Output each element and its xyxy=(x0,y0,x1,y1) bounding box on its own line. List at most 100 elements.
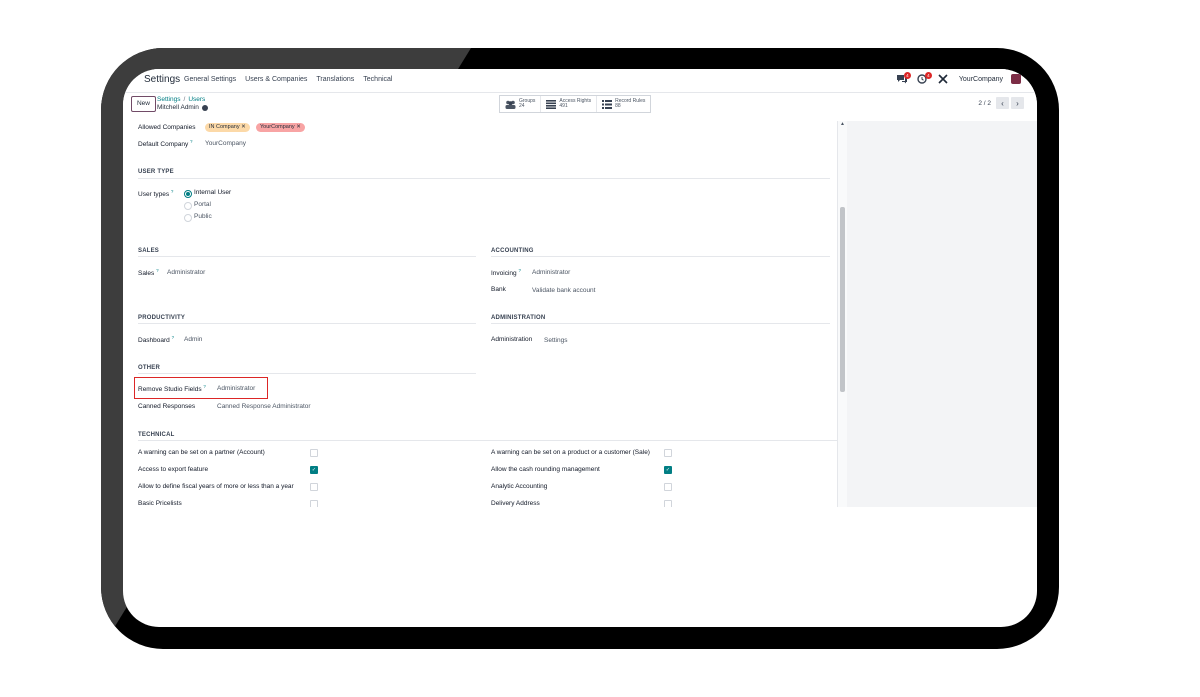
scroll-up-icon[interactable]: ▲ xyxy=(840,121,845,127)
scrollbar-thumb[interactable] xyxy=(840,207,845,392)
navbar-systray: 4 4 YourCompany xyxy=(896,72,1021,84)
access-rights-count: 491 xyxy=(559,103,568,109)
technical-option-label: Access to export feature xyxy=(138,466,209,473)
list-icon xyxy=(602,99,613,109)
sales-label: Sales ? xyxy=(138,268,159,278)
tag-label: YourCompany xyxy=(260,124,295,130)
top-navbar: Settings General Settings Users & Compan… xyxy=(123,69,1037,93)
radio-internal-user[interactable] xyxy=(184,190,192,198)
gear-icon[interactable] xyxy=(201,104,208,111)
sales-field[interactable]: Administrator xyxy=(167,269,205,276)
menu-translations[interactable]: Translations xyxy=(316,76,354,83)
user-type-header: USER TYPE xyxy=(138,169,174,175)
record-rules-count: 88 xyxy=(615,103,621,109)
tag-label: IN Company xyxy=(209,124,240,130)
divider xyxy=(138,256,476,257)
app-name[interactable]: Settings xyxy=(144,74,180,85)
breadcrumb: Settings / Users xyxy=(157,96,205,103)
canned-responses-field[interactable]: Canned Response Administrator xyxy=(217,403,311,410)
technical-checkbox[interactable] xyxy=(310,483,318,491)
scrollbar[interactable]: ▲ xyxy=(837,121,847,507)
chat-icon[interactable]: 4 xyxy=(896,72,911,84)
user-avatar[interactable] xyxy=(1011,74,1021,84)
administration-field[interactable]: Settings xyxy=(544,337,568,344)
divider xyxy=(138,323,476,324)
default-company-field[interactable]: YourCompany xyxy=(205,140,246,147)
users-icon xyxy=(505,100,516,109)
user-form: Allowed Companies IN Company ✕ YourCompa… xyxy=(123,121,837,507)
dashboard-label: Dashboard ? xyxy=(138,335,175,345)
technical-checkbox[interactable] xyxy=(664,483,672,491)
technical-option-label: Allow the cash rounding management xyxy=(491,466,600,473)
remove-studio-field[interactable]: Administrator xyxy=(217,385,255,392)
allowed-companies-label: Allowed Companies xyxy=(138,124,196,131)
remove-studio-label: Remove Studio Fields ? xyxy=(138,384,206,394)
chatter-panel: ▲ xyxy=(837,121,1037,507)
groups-count: 24 xyxy=(519,103,525,109)
technical-checkbox[interactable]: ✓ xyxy=(664,466,672,474)
record-title: Mitchell Admin xyxy=(157,104,208,111)
record-rules-button[interactable]: Record Rules 88 xyxy=(597,96,650,112)
menu-technical[interactable]: Technical xyxy=(363,76,392,83)
radio-label-internal-user: Internal User xyxy=(194,189,232,196)
administration-header: ADMINISTRATION xyxy=(491,315,546,321)
menu-general-settings[interactable]: General Settings xyxy=(184,76,236,83)
invoicing-label: Invoicing ? xyxy=(491,268,521,278)
access-rights-button[interactable]: Access Rights 491 xyxy=(541,96,598,112)
record-name: Mitchell Admin xyxy=(157,104,199,111)
clock-icon[interactable]: 4 xyxy=(917,72,932,84)
chevron-right-icon[interactable]: › xyxy=(1011,97,1024,109)
administration-label: Administration xyxy=(491,336,533,343)
menu-users-companies[interactable]: Users & Companies xyxy=(245,76,307,83)
technical-checkbox[interactable] xyxy=(310,500,318,507)
control-panel: New Settings / Users Mitchell Admin Groups… xyxy=(123,93,1037,121)
divider xyxy=(491,256,830,257)
screen: Settings General Settings Users & Compan… xyxy=(123,69,1037,627)
technical-checkbox[interactable]: ✓ xyxy=(310,466,318,474)
bank-label: Bank xyxy=(491,286,506,293)
smart-buttons: Groups 24 Access Rights 491 Record Rules 88 xyxy=(499,95,652,113)
default-company-label: Default Company ? xyxy=(138,139,193,149)
radio-label-public: Public xyxy=(194,213,212,220)
technical-option-label: Delivery Address xyxy=(491,500,540,507)
technical-header: TECHNICAL xyxy=(138,432,175,438)
technical-checkbox[interactable] xyxy=(664,500,672,507)
user-types-label: User types ? xyxy=(138,189,174,199)
technical-option-label: Basic Pricelists xyxy=(138,500,182,507)
dashboard-field[interactable]: Admin xyxy=(184,336,202,343)
pager: 2 / 2 ‹ › xyxy=(978,97,1024,109)
groups-button[interactable]: Groups 24 xyxy=(500,96,542,112)
breadcrumb-separator: / xyxy=(183,96,186,103)
main-menu: General Settings Users & Companies Trans… xyxy=(184,76,401,83)
technical-option-label: A warning can be set on a product or a c… xyxy=(491,449,650,456)
divider xyxy=(138,440,837,441)
radio-portal[interactable] xyxy=(184,202,192,210)
other-header: OTHER xyxy=(138,365,160,371)
technical-checkbox[interactable] xyxy=(664,449,672,457)
tag-your-company[interactable]: YourCompany ✕ xyxy=(256,123,305,132)
company-switcher[interactable]: YourCompany xyxy=(959,76,1003,83)
chat-badge: 4 xyxy=(903,72,911,79)
new-button[interactable]: New xyxy=(131,96,156,112)
invoicing-field[interactable]: Administrator xyxy=(532,269,570,276)
activity-badge: 4 xyxy=(924,72,932,79)
chevron-left-icon[interactable]: ‹ xyxy=(996,97,1009,109)
technical-option-label: Allow to define fiscal years of more or … xyxy=(138,483,294,490)
close-icon[interactable]: ✕ xyxy=(241,124,246,130)
technical-option-label: Analytic Accounting xyxy=(491,483,548,490)
technical-checkbox[interactable] xyxy=(310,449,318,457)
technical-option-label: A warning can be set on a partner (Accou… xyxy=(138,449,265,456)
breadcrumb-users[interactable]: Users xyxy=(188,96,205,103)
tools-icon[interactable] xyxy=(938,74,950,84)
tag-in-company[interactable]: IN Company ✕ xyxy=(205,123,250,132)
pager-value[interactable]: 2 / 2 xyxy=(978,100,991,107)
bank-field[interactable]: Validate bank account xyxy=(532,287,595,294)
sales-header: SALES xyxy=(138,248,160,254)
canned-responses-label: Canned Responses xyxy=(138,403,196,410)
breadcrumb-settings[interactable]: Settings xyxy=(157,96,181,103)
close-icon[interactable]: ✕ xyxy=(296,124,301,130)
radio-label-portal: Portal xyxy=(194,201,211,208)
device-frame: Settings General Settings Users & Compan… xyxy=(101,48,1059,649)
accounting-header: ACCOUNTING xyxy=(491,248,534,254)
radio-public[interactable] xyxy=(184,214,192,222)
